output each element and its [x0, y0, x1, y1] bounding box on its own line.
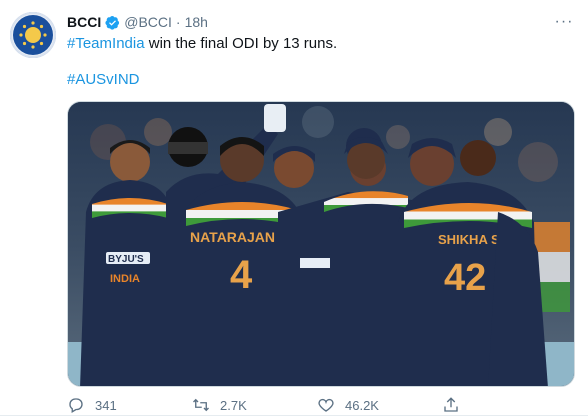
like-button[interactable]: 46.2K: [317, 396, 442, 414]
timestamp[interactable]: 18h: [185, 14, 208, 30]
jersey-name-1: NATARAJAN: [190, 229, 275, 245]
tweet[interactable]: BCCI @BCCI · 18h ··· #TeamIndia win the …: [0, 0, 588, 416]
retweet-count: 2.7K: [220, 397, 247, 413]
reply-button[interactable]: 341: [67, 396, 192, 414]
tweet-actions: 341 2.7K 46.2K: [67, 396, 567, 414]
more-icon[interactable]: ···: [554, 12, 574, 32]
share-button[interactable]: [442, 396, 567, 414]
jersey-number-1: 4: [230, 253, 253, 297]
reply-count: 341: [95, 397, 117, 413]
tweet-text: #TeamIndia win the final ODI by 13 runs.: [67, 34, 337, 54]
retweet-icon: [193, 398, 209, 412]
bcci-logo-icon: [10, 12, 56, 58]
verified-icon: [105, 15, 120, 30]
hashtag-ausvind[interactable]: #AUSvIND: [67, 71, 140, 88]
like-icon: [318, 398, 334, 412]
separator: ·: [175, 14, 181, 30]
like-count: 46.2K: [345, 397, 379, 413]
tweet-photo[interactable]: BYJU'S INDIA NATARAJAN 4 SHIKHA S 42: [67, 101, 575, 387]
hashtag-teamindia[interactable]: #TeamIndia: [67, 35, 145, 52]
jersey-number-2: 42: [444, 257, 486, 299]
avatar[interactable]: [10, 12, 56, 58]
svg-text:BYJU'S: BYJU'S: [108, 254, 144, 265]
jersey-name-2: SHIKHA S: [438, 232, 500, 247]
author-name[interactable]: BCCI: [67, 14, 101, 30]
tweet-body: win the final ODI by 13 runs.: [144, 35, 338, 52]
retweet-button[interactable]: 2.7K: [192, 396, 317, 414]
share-icon: [444, 397, 458, 412]
svg-text:INDIA: INDIA: [110, 273, 140, 285]
tweet-header: BCCI @BCCI · 18h: [67, 12, 208, 32]
reply-icon: [69, 398, 83, 413]
tweet-text-line2: #AUSvIND: [67, 70, 140, 90]
team-celebration-photo: BYJU'S INDIA NATARAJAN 4 SHIKHA S 42: [68, 102, 574, 386]
author-handle[interactable]: @BCCI: [124, 14, 172, 30]
